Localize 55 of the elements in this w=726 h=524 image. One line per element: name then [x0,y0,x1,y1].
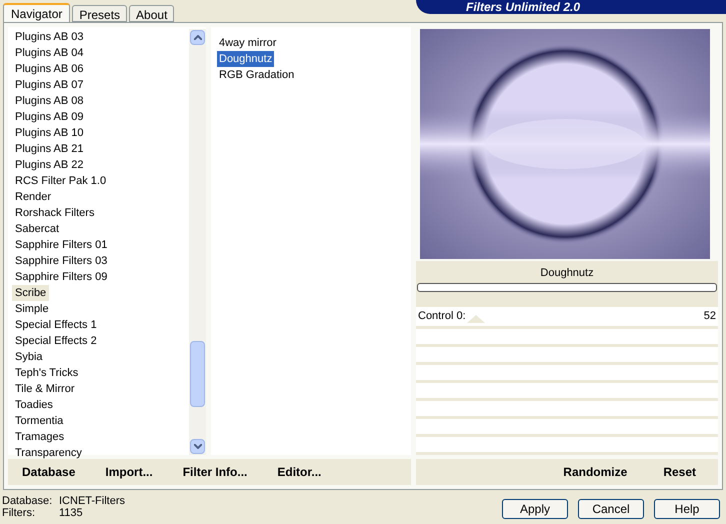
dialog-button[interactable]: Cancel [578,499,644,519]
scroll-down-button[interactable] [190,439,205,454]
list-item[interactable]: Plugins AB 22 [12,157,86,173]
list-item[interactable]: Sapphire Filters 09 [12,269,110,285]
list-item[interactable]: Special Effects 2 [12,333,100,349]
logo-banner: Filters Unlimited 2.0 [416,0,726,14]
status-label: Filters: [2,507,36,519]
status-value: 1135 [59,507,84,519]
list-item[interactable]: Sapphire Filters 01 [12,237,110,253]
dialog-button[interactable]: Apply [502,499,568,519]
filter-name-label: Doughnutz [539,266,595,281]
list-item[interactable]: RCS Filter Pak 1.0 [12,173,110,189]
list-item[interactable]: Teph's Tricks [12,365,82,381]
text-button[interactable]: Randomize [563,463,628,481]
list-item[interactable]: Plugins AB 06 [12,61,86,77]
list-item[interactable]: Doughnutz [217,51,274,67]
list-item[interactable]: Scribe [12,285,50,301]
list-item[interactable]: Plugins AB 04 [12,45,86,61]
dialog-button[interactable]: Help [654,499,720,519]
text-button[interactable]: Filter Info... [182,463,248,481]
list-item[interactable]: Plugins AB 03 [12,29,86,45]
list-item[interactable]: Render [12,189,54,205]
list-item[interactable]: Simple [12,301,52,317]
slider-value: 52 [704,309,716,324]
list-item[interactable]: Sybia [12,349,46,365]
list-item[interactable]: RGB Gradation [217,67,296,83]
list-item[interactable]: Tile & Mirror [12,381,78,397]
tab[interactable]: Navigator [3,3,70,22]
status-value: ICNET-Filters [59,495,125,507]
slider-label: Control 0: [418,309,466,324]
list-item[interactable]: Tormentia [12,413,66,429]
scroll-thumb[interactable] [190,341,205,407]
slider-thumb[interactable] [467,315,486,323]
tab[interactable]: About [129,5,174,22]
list-item[interactable]: Transparency [12,445,85,461]
status-label: Database: [2,495,54,507]
text-button[interactable]: Import... [105,463,153,481]
list-item[interactable]: Plugins AB 09 [12,109,86,125]
text-button[interactable]: Database [22,463,76,481]
list-item[interactable]: Sabercat [12,221,62,237]
tab[interactable]: Presets [72,5,128,22]
list-item[interactable]: Special Effects 1 [12,317,100,333]
list-item[interactable]: Plugins AB 21 [12,141,86,157]
scrollbar[interactable] [189,29,206,455]
list-item[interactable]: Plugins AB 10 [12,125,86,141]
list-item[interactable]: Toadies [12,397,56,413]
list-item[interactable]: Tramages [12,429,68,445]
list-item[interactable]: Plugins AB 07 [12,77,86,93]
scroll-up-button[interactable] [190,30,205,45]
text-button[interactable]: Editor... [277,463,322,481]
list-item[interactable]: Plugins AB 08 [12,93,86,109]
list-item[interactable]: Sapphire Filters 03 [12,253,110,269]
list-item[interactable]: Rorshack Filters [12,205,98,221]
text-button[interactable]: Reset [663,463,696,481]
list-item[interactable]: 4way mirror [217,35,278,51]
